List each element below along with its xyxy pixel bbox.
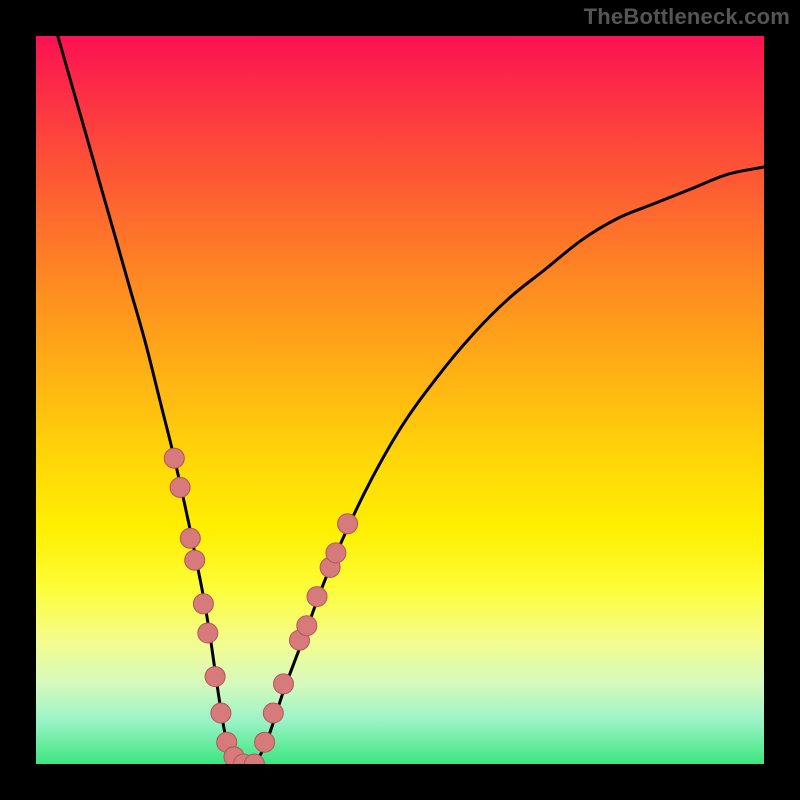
marker-dot <box>307 587 327 607</box>
marker-dot <box>255 732 275 752</box>
marker-dot <box>170 477 190 497</box>
marker-dot <box>326 543 346 563</box>
chart-frame: TheBottleneck.com <box>0 0 800 800</box>
marker-dot <box>180 528 200 548</box>
marker-dot <box>297 616 317 636</box>
highlighted-points <box>164 448 357 764</box>
marker-dot <box>263 703 283 723</box>
marker-dot <box>198 623 218 643</box>
marker-dot <box>338 514 358 534</box>
marker-dot <box>205 667 225 687</box>
curve-svg <box>36 36 764 764</box>
bottleneck-curve <box>58 36 764 764</box>
marker-dot <box>185 550 205 570</box>
watermark-text: TheBottleneck.com <box>584 4 790 30</box>
marker-dot <box>211 703 231 723</box>
plot-area <box>36 36 764 764</box>
marker-dot <box>274 674 294 694</box>
marker-dot <box>164 448 184 468</box>
marker-dot <box>193 594 213 614</box>
